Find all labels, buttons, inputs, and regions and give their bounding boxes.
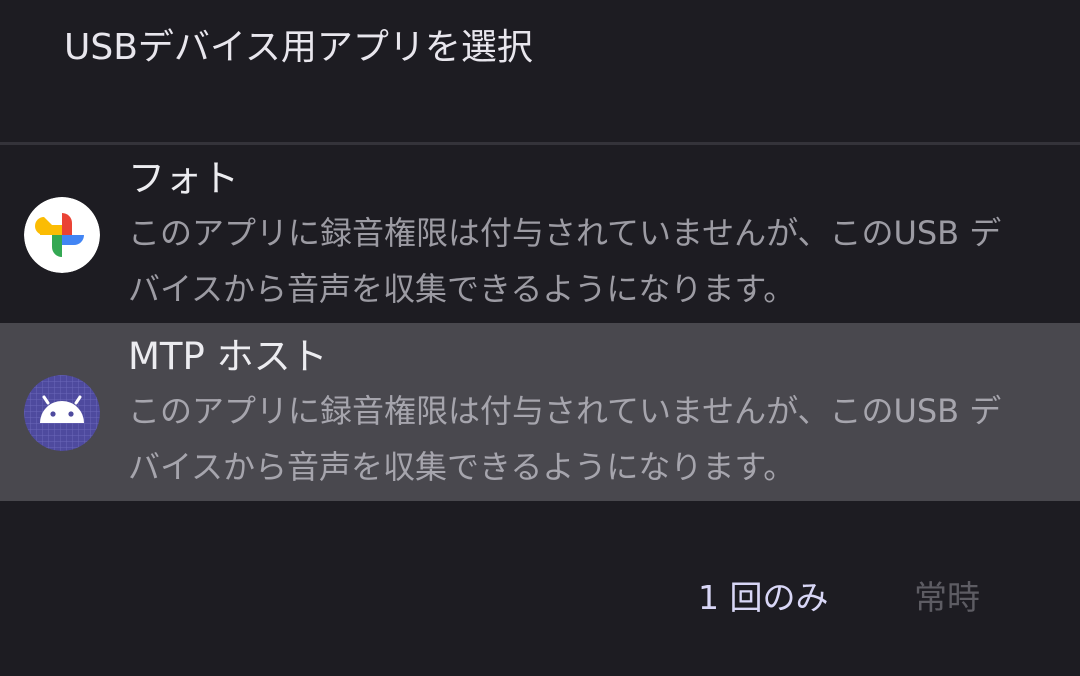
dialog-title: USBデバイス用アプリを選択 [64, 27, 533, 68]
always-button[interactable]: 常時 [914, 572, 980, 624]
app-text: フォト このアプリに録音権限は付与されていませんが、このUSB デバイスから音声… [128, 153, 1040, 317]
dialog-actions: 1 回のみ 常時 [0, 572, 1080, 628]
app-row-photos[interactable]: フォト このアプリに録音権限は付与されていませんが、このUSB デバイスから音声… [0, 145, 1080, 323]
app-text: MTP ホスト このアプリに録音権限は付与されていませんが、このUSB デバイス… [128, 331, 1040, 495]
just-once-button[interactable]: 1 回のみ [698, 572, 829, 624]
app-name: MTP ホスト [128, 335, 328, 378]
app-description: このアプリに録音権限は付与されていませんが、このUSB デバイスから音声を収集で… [128, 214, 1002, 308]
google-photos-icon [24, 197, 100, 273]
app-row-mtp-host[interactable]: MTP ホスト このアプリに録音権限は付与されていませんが、このUSB デバイス… [0, 323, 1080, 501]
android-icon [24, 375, 100, 451]
app-list: フォト このアプリに録音権限は付与されていませんが、このUSB デバイスから音声… [0, 145, 1080, 501]
usb-app-chooser-dialog: USBデバイス用アプリを選択 フォト このアプリに録音権限は付与されていませんが… [0, 0, 1080, 676]
app-description: このアプリに録音権限は付与されていませんが、このUSB デバイスから音声を収集で… [128, 392, 1002, 486]
app-name: フォト [128, 157, 239, 200]
